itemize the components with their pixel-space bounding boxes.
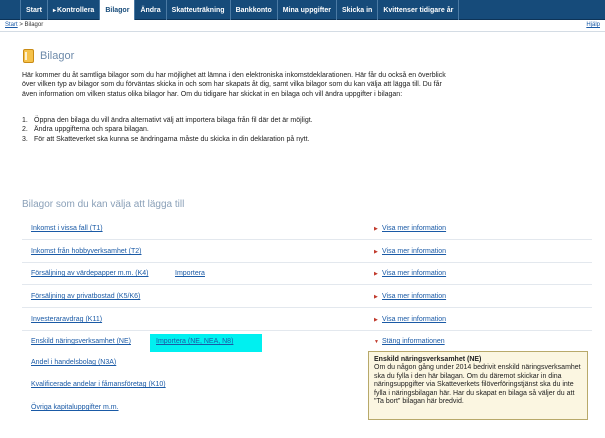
nav-item-start[interactable]: Start [20,0,48,20]
row-divider [22,330,592,331]
row-divider [22,284,592,285]
steps-list: 1. Öppna den bilaga du vill ändra alterna… [22,116,452,144]
show-more-link[interactable]: ▶ Visa mer information [374,225,446,232]
attachment-link-k5-k6[interactable]: Försäljning av privatbostad (K5/K6) [31,293,140,300]
attachment-link-k11[interactable]: Investeraravdrag (K11) [31,316,102,323]
triangle-right-icon: ▶ [374,226,378,232]
triangle-right-icon: ▶ [374,249,378,255]
show-more-link[interactable]: ▶ Visa mer information [374,316,446,323]
top-navigation: Start ▸ Kontrollera Bilagor Ändra Skatteu… [0,0,605,20]
show-more-link[interactable]: ▶ Visa mer information [374,293,446,300]
attachment-link-k4[interactable]: Försäljning av värdepapper m.m. (K4) [31,270,149,277]
lightbulb-icon [23,49,34,63]
nav-item-bilagor[interactable]: Bilagor [100,0,136,20]
close-info-link[interactable]: ▼ Stäng informationen [374,338,445,345]
nav-item-skicka-in[interactable]: Skicka in [337,0,379,20]
attachment-link-t2[interactable]: Inkomst från hobbyverksamhet (T2) [31,248,142,255]
import-link-ne[interactable]: Importera (NE, NEA, N8) [156,338,233,345]
info-box-text: Om du någon gång under 2014 bedrivit ens… [374,364,581,406]
row-divider [22,307,592,308]
breadcrumb-home-link[interactable]: Start [5,22,18,28]
attachment-link-k10[interactable]: Kvalificerade andelar i fåmansföretag (K… [31,381,166,388]
triangle-right-icon: ▶ [374,317,378,323]
help-link[interactable]: Hjälp [586,22,600,28]
section-title: Bilagor som du kan välja att lägga till [22,199,185,210]
nav-item-mina-uppgifter[interactable]: Mina uppgifter [278,0,337,20]
attachment-link-n3a[interactable]: Andel i handelsbolag (N3A) [31,359,116,366]
breadcrumb-bar: Start > Bilagor Hjälp [0,21,605,32]
nav-item-kvittenser[interactable]: Kvittenser tidigare år [378,0,460,20]
show-more-link[interactable]: ▶ Visa mer information [374,270,446,277]
top-navigation-list: Start ▸ Kontrollera Bilagor Ändra Skatteu… [20,0,460,20]
breadcrumb-current: Bilagor [24,22,44,28]
intro-text: Här kommer du åt samtliga bilagor som du… [22,72,446,98]
show-more-link[interactable]: ▶ Visa mer information [374,248,446,255]
step-item: 2. Ändra uppgifterna och spara bilagan. [22,126,149,134]
triangle-right-icon: ▶ [374,294,378,300]
row-divider [22,262,592,263]
info-box: Enskild näringsverksamhet (NE) Om du någ… [368,351,588,420]
step-item: 1. Öppna den bilaga du vill ändra alterna… [22,117,313,124]
dropdown-arrow-icon: ▸ [52,7,56,14]
nav-item-skatteutrakning[interactable]: Skatteuträkning [167,0,231,20]
triangle-down-icon: ▼ [374,339,379,345]
page-title: Bilagor [40,50,75,62]
breadcrumb-separator: > [19,22,23,28]
import-link-k4[interactable]: Importera [175,270,205,277]
breadcrumb: Start > Bilagor [5,22,43,28]
info-box-title: Enskild näringsverksamhet (NE) [374,356,482,363]
step-item: 3. För att Skatteverket ska kunna se ändr… [22,135,310,143]
attachment-link-ne[interactable]: Enskild näringsverksamhet (NE) [31,338,131,345]
nav-item-kontrollera[interactable]: ▸ Kontrollera [48,0,101,20]
row-divider [22,239,592,240]
nav-item-andra[interactable]: Ändra [135,0,167,20]
attachment-link-t1[interactable]: Inkomst i vissa fall (T1) [31,225,103,232]
nav-item-bankkonto[interactable]: Bankkonto [231,0,278,20]
triangle-right-icon: ▶ [374,271,378,277]
attachment-link-ovriga[interactable]: Övriga kapitaluppgifter m.m. [31,404,119,411]
